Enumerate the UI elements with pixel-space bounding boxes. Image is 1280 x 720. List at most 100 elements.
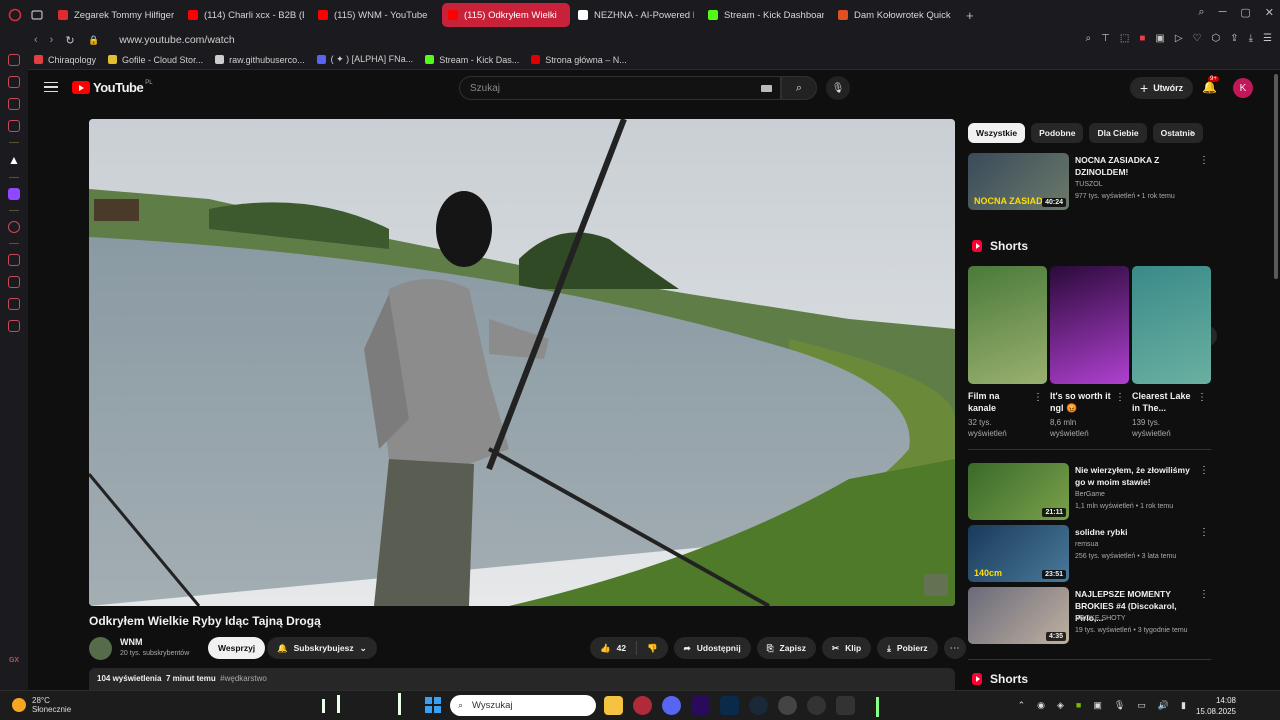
bookmark-item[interactable]: Stream - Kick Das...	[425, 55, 519, 65]
recommended-video[interactable]: 21:11 Nie wierzyłem, że złowiliśmy go w …	[968, 463, 1213, 523]
app-icon[interactable]	[836, 696, 855, 715]
browser-tab[interactable]: (114) Charli xcx - B2B (Be	[182, 3, 310, 27]
channel-avatar[interactable]	[89, 637, 112, 660]
dislike-button[interactable]: 👎	[637, 643, 668, 654]
ai-icon[interactable]	[8, 120, 20, 132]
player-sidebar-icon[interactable]	[8, 221, 20, 233]
filter-chip[interactable]: Podobne	[1031, 123, 1084, 143]
filter-chip[interactable]: Ostatnio	[1152, 123, 1204, 143]
adblock-icon[interactable]: ■	[1139, 33, 1145, 44]
channel-name[interactable]: TUSZOL	[1075, 181, 1103, 188]
player-icon[interactable]: ▷	[1175, 33, 1183, 44]
chevron-right-icon[interactable]: ›	[1190, 127, 1194, 139]
search-button[interactable]: ⌕	[781, 76, 817, 100]
channel-name[interactable]: WNM	[120, 637, 143, 647]
steam-tray-icon[interactable]: ◉	[1037, 700, 1045, 711]
vpn-icon[interactable]: ◈	[1057, 700, 1064, 711]
discord-icon[interactable]	[662, 696, 681, 715]
zoom-icon[interactable]: ⌕	[1086, 33, 1092, 44]
subscribed-button[interactable]: 🔔 Subskrybujesz ⌄	[267, 637, 377, 659]
short-thumbnail[interactable]	[968, 266, 1047, 384]
bookmark-item[interactable]: Chiraqology	[34, 55, 96, 65]
chrome-icon[interactable]	[807, 696, 826, 715]
easy-setup-icon[interactable]: ☰	[1263, 33, 1272, 44]
share-button[interactable]: ➦ Udostępnij	[673, 637, 751, 659]
filter-chip[interactable]: Wszystkie	[968, 123, 1026, 143]
like-button[interactable]: 👍 42	[590, 641, 638, 655]
browser-tab[interactable]: NEZHNA - AI-Powered Li	[572, 3, 700, 27]
windows-start-icon[interactable]	[425, 697, 441, 713]
maximize-icon[interactable]: ▢	[1240, 6, 1250, 19]
short-title[interactable]: It's so worth it ngl 😡	[1050, 390, 1112, 414]
weather-widget[interactable]: 28°C Słonecznie	[12, 696, 71, 714]
back-icon[interactable]: ‹	[34, 34, 38, 47]
short-thumbnail[interactable]	[1050, 266, 1129, 384]
short-item[interactable]: Film na kanale 32 tys. wyświetleń ⋮	[968, 266, 1047, 439]
browser-tab[interactable]: (115) Odkryłem Wielki	[442, 3, 570, 27]
video-player[interactable]	[89, 119, 955, 606]
aria-icon[interactable]: ▲	[8, 153, 20, 167]
more-options-icon[interactable]: ⋮	[1199, 589, 1209, 600]
save-button[interactable]: ⎘ Zapisz	[756, 637, 816, 659]
twitch-icon[interactable]	[8, 188, 20, 200]
short-item[interactable]: Clearest Lake in The... 139 tys. wyświet…	[1132, 266, 1211, 439]
volume-icon[interactable]: 🔊	[1158, 700, 1169, 711]
description-box[interactable]: 104 wyświetlenia 7 minut temu #wędkarstw…	[89, 668, 955, 690]
battery-icon[interactable]: ▮	[1181, 700, 1186, 711]
close-icon[interactable]: ✕	[1265, 6, 1274, 19]
nvidia-icon[interactable]: ■	[1076, 700, 1081, 711]
browser-tab[interactable]: Zegarek Tommy Hilfiger	[52, 3, 180, 27]
wallet-icon[interactable]: ▣	[1155, 33, 1164, 44]
bookmark-item[interactable]: raw.githubuserco...	[215, 55, 305, 65]
filter-chip[interactable]: Dla Ciebie	[1089, 123, 1147, 143]
microphone-icon[interactable]: 🎙	[1114, 700, 1125, 711]
minimize-icon[interactable]: ─	[1219, 6, 1227, 19]
photoshop-icon[interactable]	[720, 696, 739, 715]
chevron-up-icon[interactable]: ⌃	[1018, 700, 1026, 711]
create-button[interactable]: + Utwórz	[1130, 77, 1194, 99]
app-tray-icon[interactable]: ▣	[1093, 700, 1102, 711]
video-thumbnail[interactable]: NOCNA ZASIAD 40:24	[968, 153, 1069, 210]
history-icon[interactable]	[8, 276, 20, 288]
more-options-icon[interactable]: ⋮	[1115, 392, 1125, 403]
more-options-icon[interactable]: ⋮	[1033, 392, 1043, 403]
browser-tab[interactable]: Stream - Kick Dashboard	[702, 3, 830, 27]
bookmark-item[interactable]: Strona główna – N...	[531, 55, 627, 65]
more-options-icon[interactable]: ⋮	[1199, 155, 1209, 166]
scrollbar[interactable]	[1274, 74, 1278, 279]
gx-control-icon[interactable]	[8, 54, 20, 66]
url-field[interactable]: www.youtube.com/watch	[119, 34, 235, 46]
voice-search-button[interactable]: 🎙	[826, 76, 850, 100]
keyboard-icon[interactable]	[761, 85, 772, 92]
video-title[interactable]: solidne rybki	[1075, 526, 1199, 538]
menu-icon[interactable]	[44, 82, 58, 92]
bookmark-item[interactable]: ( ✦ ) [ALPHA] FNa...	[316, 54, 413, 65]
youtube-logo[interactable]: YouTube PL	[72, 80, 153, 95]
new-tab-button[interactable]: +	[966, 8, 974, 23]
channel-name[interactable]: remsua	[1075, 541, 1098, 548]
network-icon[interactable]: ▭	[1137, 700, 1146, 711]
short-thumbnail[interactable]	[1132, 266, 1211, 384]
download-icon[interactable]: ⤓	[1249, 33, 1253, 44]
reload-icon[interactable]: ↻	[65, 34, 74, 47]
notifications-button[interactable]: 🔔 9+	[1202, 76, 1219, 94]
pinboard-icon[interactable]	[8, 254, 20, 266]
share-icon[interactable]: ⇪	[1230, 33, 1238, 44]
search-input[interactable]: Szukaj	[459, 76, 781, 100]
pin-icon[interactable]: ⊤	[1101, 33, 1110, 44]
opera-gx-icon[interactable]	[633, 696, 652, 715]
more-options-icon[interactable]: ⋮	[1199, 527, 1209, 538]
premiere-icon[interactable]	[691, 696, 710, 715]
support-button[interactable]: Wesprzyj	[208, 637, 266, 659]
more-actions-button[interactable]: ⋯	[943, 637, 966, 659]
more-options-icon[interactable]: ⋮	[1199, 465, 1209, 476]
workspaces-icon[interactable]	[30, 8, 44, 22]
steam-icon[interactable]	[749, 696, 768, 715]
search-tabs-icon[interactable]: ⌕	[1198, 6, 1204, 19]
news-icon[interactable]	[8, 98, 20, 110]
more-options-icon[interactable]: ⋮	[1197, 392, 1207, 403]
settings-icon[interactable]	[8, 320, 20, 332]
hashtag-link[interactable]: #wędkarstwo	[220, 674, 267, 683]
video-thumbnail[interactable]: 21:11	[968, 463, 1069, 520]
recommended-video[interactable]: NOCNA ZASIAD 40:24 NOCNA ZASIADKA Z DZINO…	[968, 153, 1213, 213]
